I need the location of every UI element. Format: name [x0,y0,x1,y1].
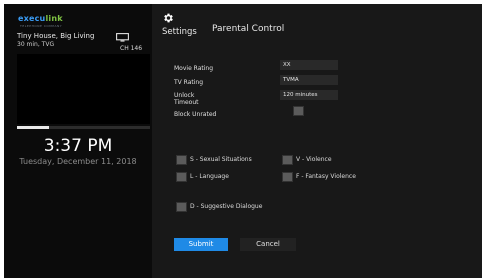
unlock-timeout-select[interactable]: 120 minutes [280,90,338,100]
now-playing-panel: execulink TELEPHONE COMPANY Tiny House, … [4,4,152,278]
sexual-situations-checkbox[interactable] [176,155,187,165]
program-progress-bar [17,126,150,129]
gear-icon [164,13,173,23]
block-unrated-checkbox[interactable] [293,106,304,116]
settings-label: Settings [162,27,197,37]
suggestive-dialogue-label: D - Suggestive Dialogue [190,203,263,210]
tv-rating-label: TV Rating [174,79,204,86]
settings-panel: Settings Parental Control Movie Rating X… [152,4,482,278]
violence-label: V - Violence [296,156,332,163]
program-progress-fill [17,126,49,129]
submit-button[interactable]: Submit [174,238,228,251]
brand-tagline: TELEPHONE COMPANY [20,24,63,28]
program-title: Tiny House, Big Living [17,32,95,40]
brand-logo: execulink [18,14,63,23]
tv-icon [116,33,129,42]
clock-time: 3:37 PM [43,136,113,156]
tv-screen: execulink TELEPHONE COMPANY Tiny House, … [4,4,482,278]
fantasy-violence-checkbox[interactable] [282,172,293,182]
block-unrated-label: Block Unrated [174,111,217,118]
program-meta: 30 min, TVG [17,41,55,48]
unlock-timeout-label-line1: Unlock [174,92,195,99]
unlock-timeout-label: Unlock Timeout [174,92,199,106]
movie-rating-label: Movie Rating [174,65,214,72]
channel-number: CH 146 [120,45,143,52]
suggestive-dialogue-checkbox[interactable] [176,202,187,212]
clock-date: Tuesday, December 11, 2018 [19,157,137,166]
violence-checkbox[interactable] [282,155,293,165]
cancel-button[interactable]: Cancel [240,238,296,251]
sexual-situations-label: S - Sexual Situations [190,156,252,163]
language-label: L - Language [190,173,229,180]
tv-rating-select[interactable]: TVMA [280,75,338,85]
unlock-timeout-label-line2: Timeout [174,99,199,106]
video-preview[interactable] [17,54,150,124]
movie-rating-select[interactable]: XX [280,60,338,70]
language-checkbox[interactable] [176,172,187,182]
fantasy-violence-label: F - Fantasy Violence [296,173,356,180]
page-title: Parental Control [212,24,285,34]
